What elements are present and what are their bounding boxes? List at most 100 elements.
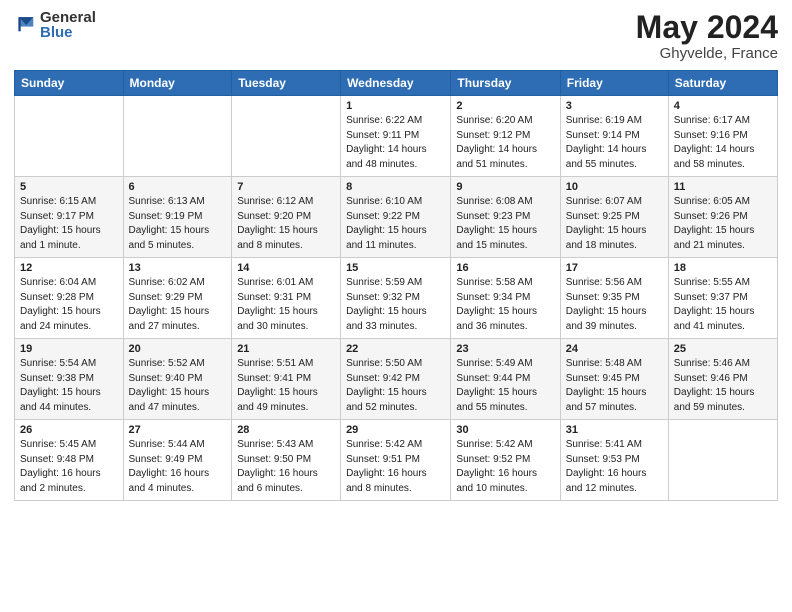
day-detail: Sunrise: 5:54 AMSunset: 9:38 PMDaylight:… [20, 357, 118, 415]
weekday-header-wednesday: Wednesday [341, 71, 451, 96]
weekday-header-row: SundayMondayTuesdayWednesdayThursdayFrid… [15, 71, 778, 96]
calendar-cell: 6Sunrise: 6:13 AMSunset: 9:19 PMDaylight… [123, 177, 232, 258]
day-detail: Sunrise: 6:02 AMSunset: 9:29 PMDaylight:… [129, 276, 227, 334]
day-number: 27 [129, 424, 227, 436]
day-number: 17 [566, 262, 663, 274]
day-number: 12 [20, 262, 118, 274]
day-number: 30 [456, 424, 554, 436]
calendar-cell: 23 Sunrise: 5:49 AMSunset: 9:44 PMDayligh… [451, 339, 560, 420]
day-number: 9 [456, 181, 554, 193]
day-number: 25 [674, 343, 772, 355]
calendar-cell: 3 Sunrise: 6:19 AMSunset: 9:14 PMDaylight… [560, 96, 668, 177]
calendar-cell: 21 Sunrise: 5:51 AMSunset: 9:41 PMDayligh… [232, 339, 341, 420]
calendar-week-row: 19 Sunrise: 5:54 AMSunset: 9:38 PMDayligh… [15, 339, 778, 420]
calendar-cell: 15 Sunrise: 5:59 AMSunset: 9:32 PMDayligh… [341, 258, 451, 339]
day-detail: Sunrise: 6:01 AMSunset: 9:31 PMDaylight:… [237, 276, 335, 334]
day-detail: Sunrise: 6:19 AMSunset: 9:14 PMDaylight:… [566, 114, 663, 172]
calendar-week-row: 1Sunrise: 6:22 AMSunset: 9:11 PMDaylight… [15, 96, 778, 177]
calendar-cell: 25 Sunrise: 5:46 AMSunset: 9:46 PMDayligh… [668, 339, 777, 420]
day-detail: Sunrise: 5:51 AMSunset: 9:41 PMDaylight:… [237, 357, 335, 415]
weekday-header-sunday: Sunday [15, 71, 124, 96]
day-detail: Sunrise: 5:44 AMSunset: 9:49 PMDaylight:… [129, 438, 227, 496]
weekday-header-monday: Monday [123, 71, 232, 96]
calendar-cell: 7Sunrise: 6:12 AMSunset: 9:20 PMDaylight… [232, 177, 341, 258]
day-number: 5 [20, 181, 118, 193]
day-detail: Sunrise: 6:07 AMSunset: 9:25 PMDaylight:… [566, 195, 663, 253]
day-detail: Sunrise: 5:46 AMSunset: 9:46 PMDaylight:… [674, 357, 772, 415]
day-detail: Sunrise: 6:20 AMSunset: 9:12 PMDaylight:… [456, 114, 554, 172]
day-number: 21 [237, 343, 335, 355]
calendar-cell: 9 Sunrise: 6:08 AMSunset: 9:23 PMDaylight… [451, 177, 560, 258]
calendar-cell: 27 Sunrise: 5:44 AMSunset: 9:49 PMDayligh… [123, 420, 232, 501]
calendar-cell: 30 Sunrise: 5:42 AMSunset: 9:52 PMDayligh… [451, 420, 560, 501]
day-number: 22 [346, 343, 445, 355]
calendar-cell: 1Sunrise: 6:22 AMSunset: 9:11 PMDaylight… [341, 96, 451, 177]
header: General Blue May 2024 Ghyvelde, France [14, 10, 778, 62]
day-detail: Sunrise: 5:56 AMSunset: 9:35 PMDaylight:… [566, 276, 663, 334]
day-detail: Sunrise: 5:41 AMSunset: 9:53 PMDaylight:… [566, 438, 663, 496]
day-detail: Sunrise: 5:43 AMSunset: 9:50 PMDaylight:… [237, 438, 335, 496]
calendar-cell: 12 Sunrise: 6:04 AMSunset: 9:28 PMDayligh… [15, 258, 124, 339]
calendar-week-row: 12 Sunrise: 6:04 AMSunset: 9:28 PMDayligh… [15, 258, 778, 339]
calendar-cell: 31 Sunrise: 5:41 AMSunset: 9:53 PMDayligh… [560, 420, 668, 501]
calendar-location: Ghyvelde, France [636, 45, 778, 62]
day-number: 1 [346, 100, 445, 112]
calendar-cell: 14 Sunrise: 6:01 AMSunset: 9:31 PMDayligh… [232, 258, 341, 339]
day-number: 31 [566, 424, 663, 436]
day-number: 19 [20, 343, 118, 355]
day-detail: Sunrise: 6:04 AMSunset: 9:28 PMDaylight:… [20, 276, 118, 334]
calendar-cell: 19 Sunrise: 5:54 AMSunset: 9:38 PMDayligh… [15, 339, 124, 420]
calendar-cell: 17 Sunrise: 5:56 AMSunset: 9:35 PMDayligh… [560, 258, 668, 339]
calendar-week-row: 26 Sunrise: 5:45 AMSunset: 9:48 PMDayligh… [15, 420, 778, 501]
day-detail: Sunrise: 5:45 AMSunset: 9:48 PMDaylight:… [20, 438, 118, 496]
day-detail: Sunrise: 6:17 AMSunset: 9:16 PMDaylight:… [674, 114, 772, 172]
calendar-cell: 24 Sunrise: 5:48 AMSunset: 9:45 PMDayligh… [560, 339, 668, 420]
calendar-cell [15, 96, 124, 177]
calendar-cell: 18Sunrise: 5:55 AMSunset: 9:37 PMDayligh… [668, 258, 777, 339]
calendar-cell: 4 Sunrise: 6:17 AMSunset: 9:16 PMDaylight… [668, 96, 777, 177]
weekday-header-saturday: Saturday [668, 71, 777, 96]
day-detail: Sunrise: 6:12 AMSunset: 9:20 PMDaylight:… [237, 195, 335, 253]
calendar-cell: 2 Sunrise: 6:20 AMSunset: 9:12 PMDaylight… [451, 96, 560, 177]
day-detail: Sunrise: 5:42 AMSunset: 9:51 PMDaylight:… [346, 438, 445, 496]
day-detail: Sunrise: 6:13 AMSunset: 9:19 PMDaylight:… [129, 195, 227, 253]
weekday-header-tuesday: Tuesday [232, 71, 341, 96]
day-detail: Sunrise: 6:08 AMSunset: 9:23 PMDaylight:… [456, 195, 554, 253]
weekday-header-friday: Friday [560, 71, 668, 96]
logo-text: General Blue [40, 10, 96, 40]
day-detail: Sunrise: 5:58 AMSunset: 9:34 PMDaylight:… [456, 276, 554, 334]
logo-blue-text: Blue [40, 25, 96, 40]
day-number: 15 [346, 262, 445, 274]
day-number: 16 [456, 262, 554, 274]
page: General Blue May 2024 Ghyvelde, France S… [0, 0, 792, 612]
day-detail: Sunrise: 5:48 AMSunset: 9:45 PMDaylight:… [566, 357, 663, 415]
day-number: 13 [129, 262, 227, 274]
calendar-title: May 2024 [636, 10, 778, 45]
day-detail: Sunrise: 5:42 AMSunset: 9:52 PMDaylight:… [456, 438, 554, 496]
calendar-cell: 22Sunrise: 5:50 AMSunset: 9:42 PMDayligh… [341, 339, 451, 420]
calendar-cell: 26 Sunrise: 5:45 AMSunset: 9:48 PMDayligh… [15, 420, 124, 501]
logo-icon [16, 14, 38, 36]
calendar-cell: 11Sunrise: 6:05 AMSunset: 9:26 PMDayligh… [668, 177, 777, 258]
day-detail: Sunrise: 6:10 AMSunset: 9:22 PMDaylight:… [346, 195, 445, 253]
day-number: 2 [456, 100, 554, 112]
day-detail: Sunrise: 5:49 AMSunset: 9:44 PMDaylight:… [456, 357, 554, 415]
logo: General Blue [14, 10, 96, 40]
calendar-cell: 13 Sunrise: 6:02 AMSunset: 9:29 PMDayligh… [123, 258, 232, 339]
calendar-cell: 8 Sunrise: 6:10 AMSunset: 9:22 PMDaylight… [341, 177, 451, 258]
day-number: 8 [346, 181, 445, 193]
calendar-cell: 28Sunrise: 5:43 AMSunset: 9:50 PMDayligh… [232, 420, 341, 501]
day-number: 3 [566, 100, 663, 112]
day-number: 11 [674, 181, 772, 193]
calendar-table: SundayMondayTuesdayWednesdayThursdayFrid… [14, 70, 778, 501]
day-detail: Sunrise: 5:52 AMSunset: 9:40 PMDaylight:… [129, 357, 227, 415]
day-number: 10 [566, 181, 663, 193]
day-number: 24 [566, 343, 663, 355]
calendar-cell [668, 420, 777, 501]
day-number: 14 [237, 262, 335, 274]
day-number: 26 [20, 424, 118, 436]
calendar-cell [123, 96, 232, 177]
day-number: 23 [456, 343, 554, 355]
day-detail: Sunrise: 5:59 AMSunset: 9:32 PMDaylight:… [346, 276, 445, 334]
day-number: 4 [674, 100, 772, 112]
